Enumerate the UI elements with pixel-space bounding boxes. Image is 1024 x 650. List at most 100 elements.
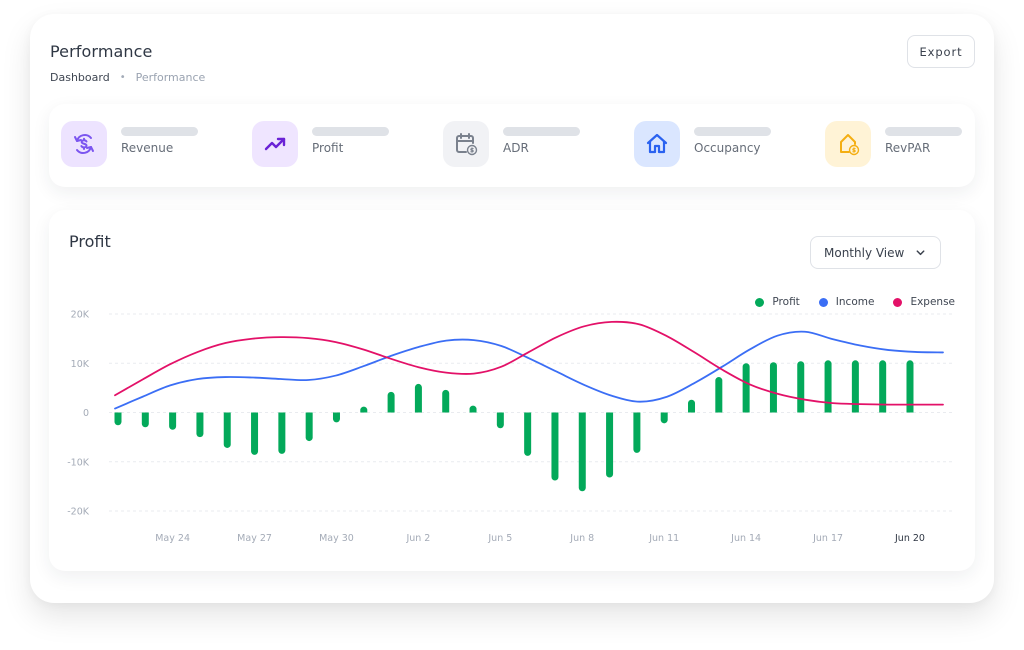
kpi-revpar[interactable]: RevPAR xyxy=(825,121,962,167)
kpi-revenue[interactable]: Revenue xyxy=(61,121,198,167)
legend-dot-icon xyxy=(893,297,903,307)
chart-title: Profit xyxy=(69,232,111,251)
legend-item-expense[interactable]: Expense xyxy=(893,296,955,308)
profit-bar xyxy=(387,391,395,413)
page-title: Performance xyxy=(50,42,153,61)
y-tick-label: 10K xyxy=(71,359,90,370)
profit-bar xyxy=(578,412,586,492)
profit-bar-shape xyxy=(633,412,641,453)
legend-label: Expense xyxy=(910,296,955,308)
performance-page-card: Performance Dashboard • Performance Expo… xyxy=(30,14,994,603)
profit-bar xyxy=(169,412,177,430)
kpi-value-placeholder xyxy=(503,127,580,136)
export-button[interactable]: Export xyxy=(907,35,975,68)
profit-bar-shape xyxy=(496,412,504,429)
profit-bar-shape xyxy=(824,360,832,413)
profit-bar xyxy=(606,412,614,478)
kpi-value-placeholder xyxy=(694,127,771,136)
profit-bar-shape xyxy=(169,412,177,430)
profit-bar-shape xyxy=(606,412,614,478)
view-select-value: Monthly View xyxy=(824,245,905,260)
profit-bar xyxy=(223,412,231,448)
breadcrumb: Dashboard • Performance xyxy=(50,71,205,84)
x-tick-label: Jun 8 xyxy=(569,533,594,544)
profit-bar xyxy=(414,383,422,413)
profit-bar xyxy=(114,412,122,426)
profit-bar xyxy=(305,412,313,442)
profit-chart-card: 20K 10K 0 -10K -20K May 24 May 27 May 30 Jun 2 Ju… xyxy=(49,210,975,571)
profit-bar xyxy=(524,412,532,456)
chevron-down-icon xyxy=(915,247,926,261)
legend-dot-icon xyxy=(818,297,828,307)
profit-bar-shape xyxy=(524,412,532,456)
profit-bar xyxy=(551,412,559,481)
profit-bar-shape xyxy=(578,412,586,492)
profit-bar-shape xyxy=(196,412,204,438)
y-tick-label: 0 xyxy=(83,408,89,419)
profit-bar-shape xyxy=(223,412,231,448)
kpi-label: Occupancy xyxy=(694,141,761,155)
x-tick-label: Jun 20 xyxy=(894,533,925,544)
calendar-dollar-icon xyxy=(443,121,489,167)
profit-bar xyxy=(688,399,696,413)
income-line xyxy=(114,330,944,410)
profit-bar xyxy=(769,362,777,413)
legend-item-income[interactable]: Income xyxy=(818,296,875,308)
chart-legend: Profit Income Expense xyxy=(736,296,955,308)
profit-bar xyxy=(360,406,368,413)
kpi-adr[interactable]: ADR xyxy=(443,121,580,167)
kpi-summary-card: Revenue Profit ADR Occupancy RevPAR xyxy=(49,104,975,187)
y-tick-label: -20K xyxy=(67,507,90,518)
profit-bar xyxy=(251,412,259,455)
profit-bar xyxy=(469,405,477,413)
kpi-label: RevPAR xyxy=(885,141,931,155)
profit-bar xyxy=(332,412,340,423)
profit-bar-shape xyxy=(742,363,750,413)
profit-bar-shape xyxy=(715,377,723,413)
y-tick-label: -10K xyxy=(67,457,90,468)
profit-bar-shape xyxy=(141,412,149,428)
profit-bar xyxy=(496,412,504,429)
kpi-label: Revenue xyxy=(121,141,174,155)
profit-bar xyxy=(278,412,286,454)
profit-bar xyxy=(660,412,668,424)
profit-bar-shape xyxy=(660,412,668,424)
profit-bar-shape xyxy=(414,383,422,413)
profit-bar xyxy=(141,412,149,428)
x-tick-label: May 30 xyxy=(319,533,354,544)
kpi-label: Profit xyxy=(312,141,344,155)
home-icon xyxy=(634,121,680,167)
legend-label: Income xyxy=(835,296,875,308)
legend-label: Profit xyxy=(772,296,800,308)
view-select-dropdown[interactable]: Monthly View xyxy=(810,236,941,269)
kpi-value-placeholder xyxy=(312,127,389,136)
profit-bar-shape xyxy=(442,389,450,413)
legend-dot-icon xyxy=(755,297,765,307)
x-tick-label: May 24 xyxy=(155,533,190,544)
profit-bar-shape xyxy=(769,362,777,413)
profit-bar-shape xyxy=(332,412,340,423)
profit-bar-shape xyxy=(360,406,368,413)
trending-up-icon xyxy=(252,121,298,167)
breadcrumb-current: Performance xyxy=(135,71,206,84)
profit-bar xyxy=(797,361,805,413)
profit-bar xyxy=(824,360,832,413)
x-tick-label: Jun 5 xyxy=(487,533,512,544)
legend-item-profit[interactable]: Profit xyxy=(755,296,800,308)
kpi-profit[interactable]: Profit xyxy=(252,121,389,167)
kpi-occupancy[interactable]: Occupancy xyxy=(634,121,771,167)
breadcrumb-dashboard-link[interactable]: Dashboard xyxy=(50,71,110,84)
kpi-value-placeholder xyxy=(885,127,962,136)
kpi-value-placeholder xyxy=(121,127,198,136)
kpi-label: ADR xyxy=(503,141,529,155)
house-dollar-icon xyxy=(825,121,871,167)
profit-bar-shape xyxy=(251,412,259,455)
profit-bar xyxy=(633,412,641,453)
profit-bar xyxy=(715,377,723,413)
profit-bar-shape xyxy=(797,361,805,413)
breadcrumb-separator: • xyxy=(119,72,126,83)
profit-bar xyxy=(442,389,450,413)
y-tick-label: 20K xyxy=(71,310,90,321)
x-tick-label: Jun 17 xyxy=(812,533,843,544)
profit-bar xyxy=(196,412,204,438)
